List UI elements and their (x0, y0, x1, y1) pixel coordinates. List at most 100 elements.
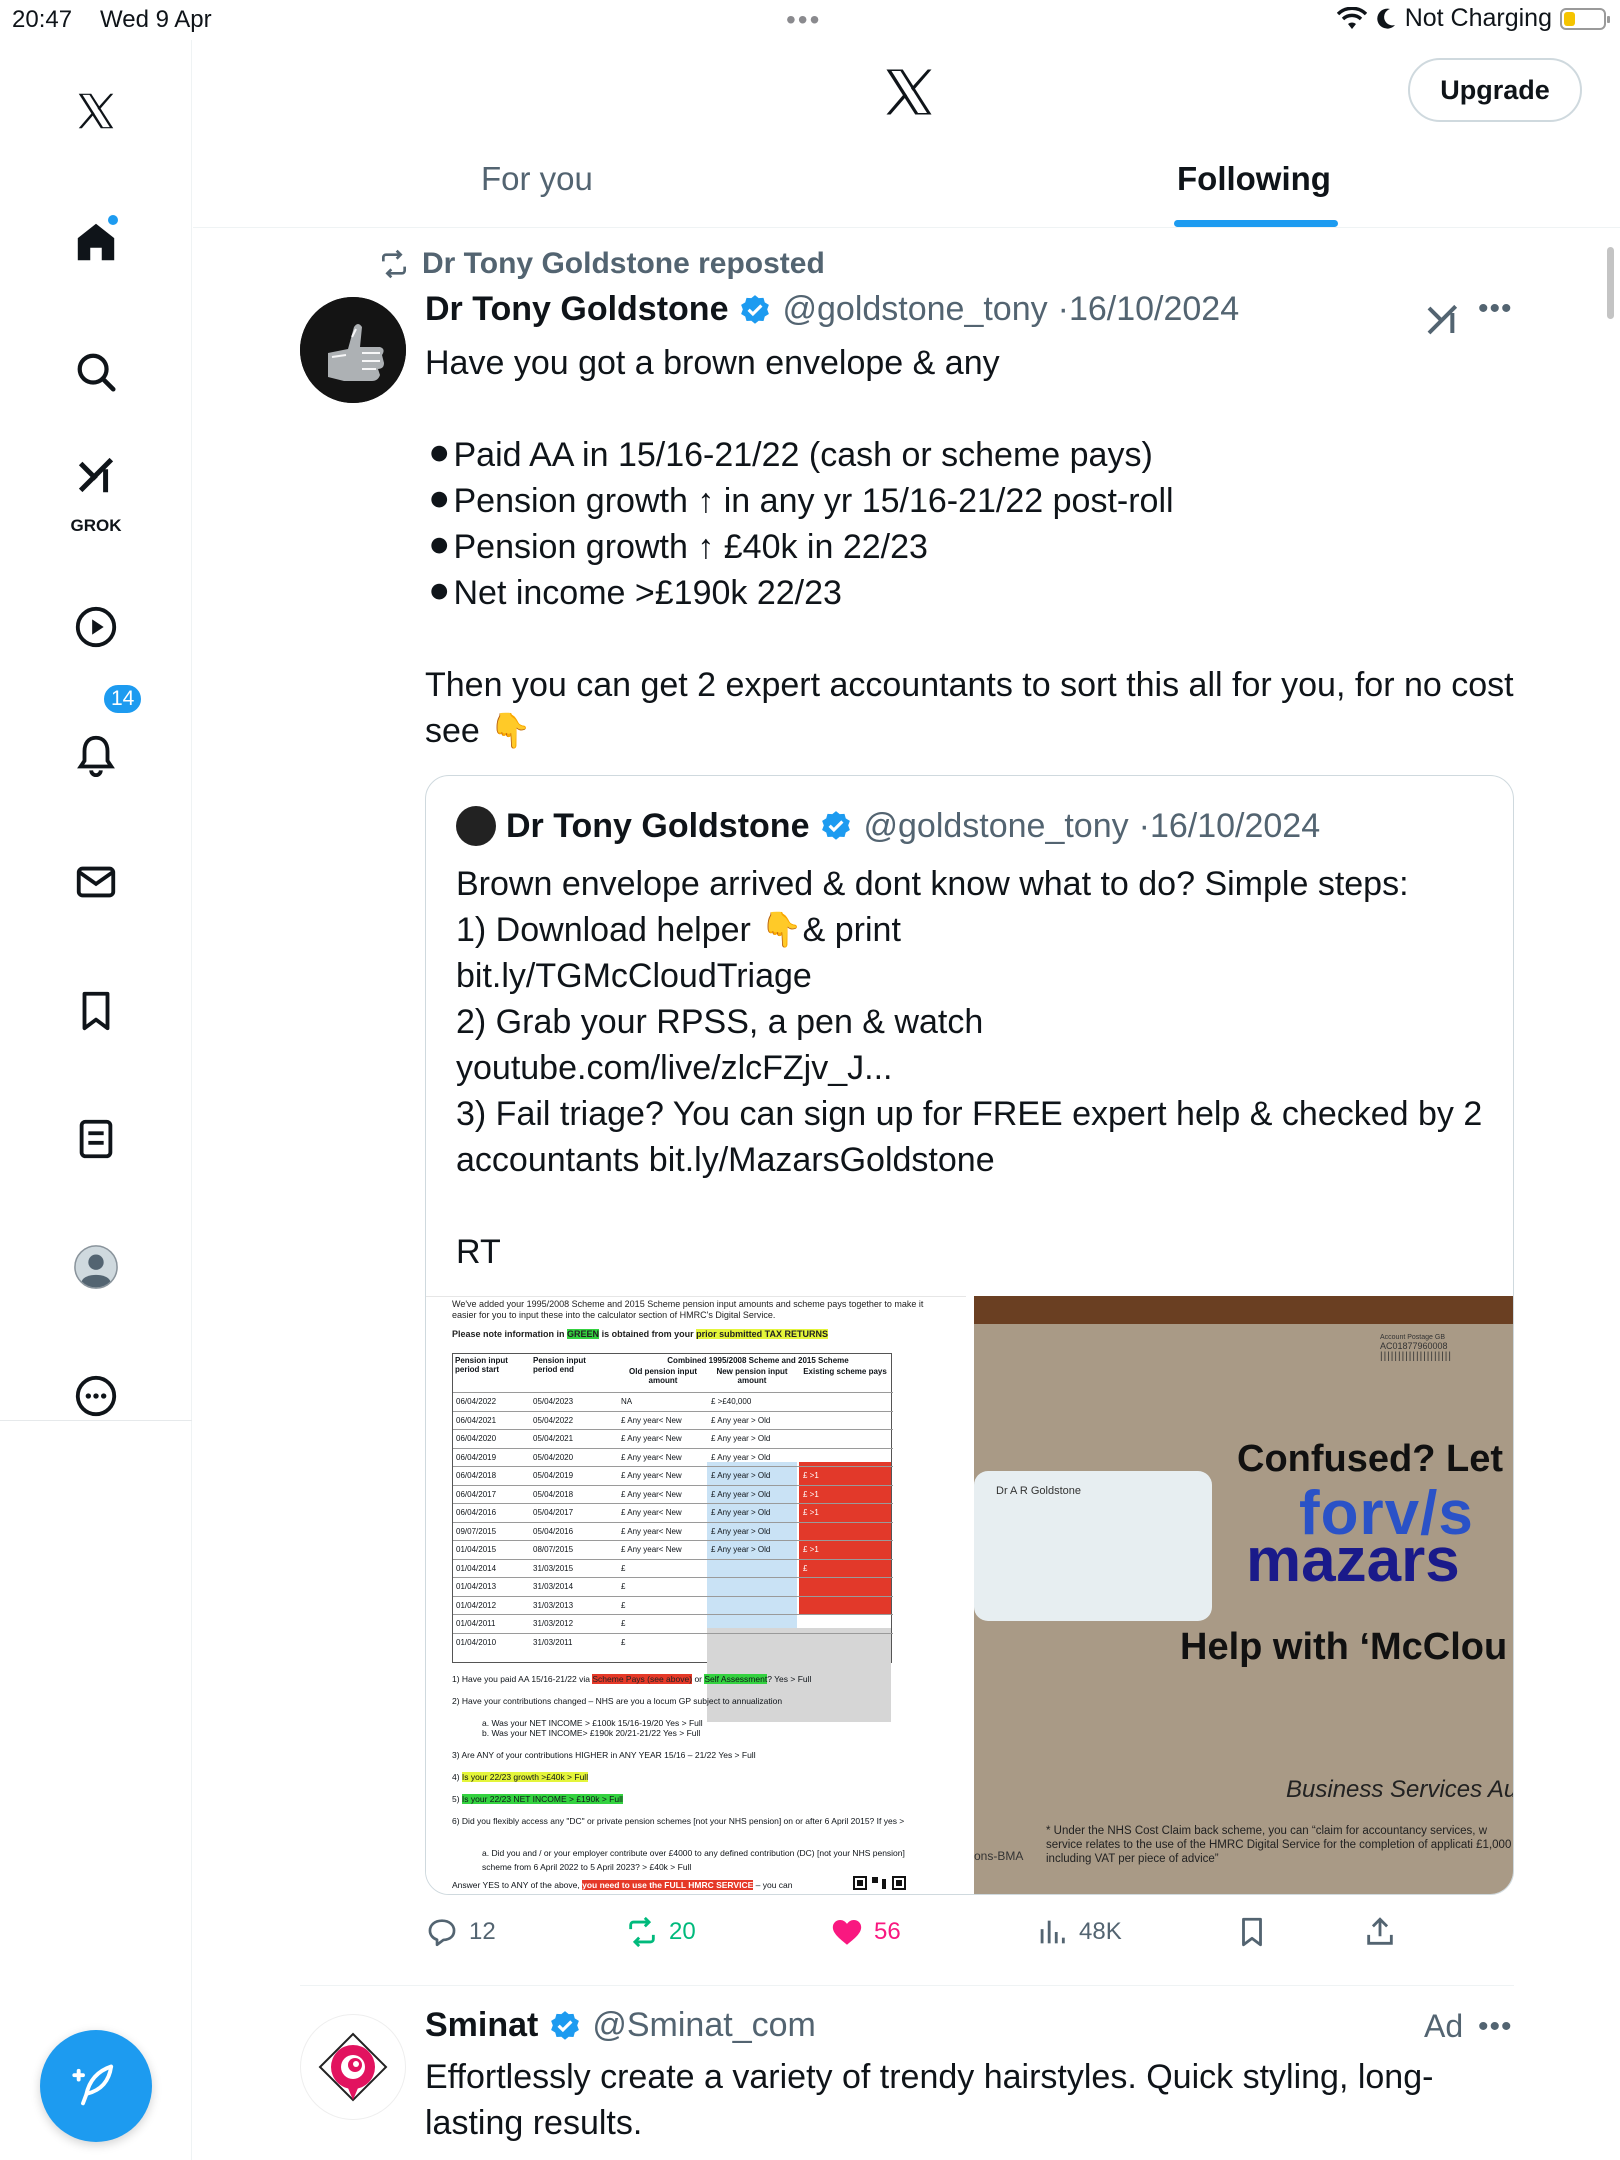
doc-table-row: 09/07/2015 05/04/2016 £ Any year< New £ Any… (453, 1521, 893, 1541)
messages-icon[interactable] (51, 837, 141, 927)
timeline-header: Upgrade For you Following (193, 40, 1620, 228)
compose-button[interactable] (40, 2030, 152, 2142)
sidebar: GROK 14 (0, 40, 192, 2160)
compose-icon (72, 2064, 114, 2106)
doc-table-cell: £ Any year< New (621, 1526, 682, 1536)
repost-count: 20 (669, 1918, 696, 1945)
doc-table-row: 01/04/2014 31/03/2015 £ £ (453, 1558, 893, 1578)
doc-table-cell: £ Any year< New (621, 1489, 682, 1499)
doc-table-cell: £ Any year > Old (711, 1471, 771, 1480)
more-icon[interactable] (51, 1351, 141, 1441)
tab-for-you[interactable]: For you (481, 160, 593, 198)
profile-icon[interactable] (51, 1222, 141, 1312)
envelope-subline: Help with ‘McClou (1180, 1626, 1508, 1668)
tab-following[interactable]: Following (1177, 160, 1331, 198)
reply-button[interactable]: 12 (425, 1915, 496, 1949)
doc-table-cell: £ (621, 1563, 626, 1573)
envelope-headline: Confused? Let (1237, 1438, 1503, 1480)
scrollbar[interactable] (1607, 247, 1614, 319)
envelope-fine-print: * Under the NHS Cost Claim back scheme, … (1046, 1825, 1512, 1865)
doc-table-cell: 01/04/2014 (456, 1563, 497, 1573)
wifi-icon (1336, 6, 1367, 29)
doc-table-cell: £ Any year< New (621, 1545, 682, 1554)
repost-button[interactable]: 20 (625, 1915, 696, 1949)
doc-table-cell: £ (621, 1637, 626, 1647)
doc-table-cell: 01/04/2011 (456, 1619, 496, 1628)
multitasking-dots-icon[interactable]: ••• (786, 4, 821, 36)
bookmark-icon (1242, 1917, 1262, 1947)
doc-table-cell: £ (621, 1600, 626, 1610)
doc-table-cell: £ >1 (803, 1452, 819, 1462)
author-handle[interactable]: @goldstone_tony (782, 290, 1047, 329)
mazars-logo: mazars (1246, 1526, 1460, 1595)
repost-icon (382, 249, 406, 279)
like-button[interactable]: 56 (830, 1915, 901, 1949)
x-logo-icon[interactable] (879, 62, 939, 122)
tweet-date[interactable]: ·16/10/2024 (1058, 290, 1240, 329)
doc-table-row: 06/04/2022 05/04/2023 NA £ >£40,000 NA (453, 1392, 893, 1411)
grok-label: GROK (70, 516, 122, 535)
x-logo-icon[interactable] (51, 66, 141, 156)
ad-author-name[interactable]: Sminat (425, 2006, 538, 2045)
doc-table-cell: 01/04/2015 (456, 1545, 497, 1554)
grok-icon[interactable] (51, 430, 141, 520)
doc-table-cell: £ >1 (803, 1415, 819, 1425)
share-button[interactable] (1363, 1915, 1397, 1949)
upgrade-button[interactable]: Upgrade (1408, 58, 1582, 122)
verified-badge-icon (551, 2010, 580, 2040)
quote-text: Brown envelope arrived & dont know what … (456, 865, 1483, 1271)
ad-avatar[interactable] (300, 2014, 406, 2120)
thumbs-up-xray-icon (300, 297, 406, 403)
repost-context: Dr Tony Goldstone reposted (378, 247, 825, 281)
like-count: 56 (874, 1918, 901, 1945)
doc-table-cell: 31/03/2011 (533, 1637, 573, 1647)
quote-image-envelope[interactable]: Account Postage GB AC01877960008 |||||||… (974, 1296, 1514, 1894)
doc-note: Please note information in GREEN is obta… (452, 1329, 828, 1339)
doc-table-cell: £ Any year< New (621, 1434, 682, 1443)
doc-table-cell: £ Any year > Old (711, 1545, 771, 1554)
home-icon[interactable] (51, 197, 141, 287)
doc-table-row: 06/04/2017 05/04/2018 £ Any year< New £ Any… (453, 1484, 893, 1504)
doc-table-cell: 01/04/2010 (456, 1637, 497, 1647)
doc-table-row: 06/04/2021 05/04/2022 £ Any year< New £ Any… (453, 1410, 893, 1430)
doc-table-cell: 31/03/2015 (533, 1563, 574, 1573)
sidebar-divider (0, 1420, 192, 1421)
doc-table-row: 06/04/2020 05/04/2021 £ Any year< New £ Any… (453, 1429, 893, 1448)
quoted-tweet[interactable]: Dr Tony Goldstone @goldstone_tony ·16/10… (425, 775, 1514, 1895)
ad-more-icon[interactable]: ••• (1478, 2010, 1513, 2044)
ad-header: Sminat @Sminat_com (425, 2006, 816, 2045)
doc-table-cell: 05/04/2018 (533, 1489, 574, 1499)
doc-table-cell: 05/04/2019 (533, 1471, 574, 1480)
battery-icon (1560, 7, 1610, 30)
doc-table-cell: £ Any year > Old (711, 1452, 771, 1462)
envelope-authority: Business Services Auth (1286, 1776, 1514, 1803)
active-tab-indicator (1174, 220, 1338, 227)
bookmarks-icon[interactable] (51, 966, 141, 1056)
doc-table-cell: £ Any year< New (621, 1452, 682, 1462)
avatar[interactable] (300, 297, 406, 403)
ad-author-handle[interactable]: @Sminat_com (592, 2006, 815, 2045)
verified-badge-icon (822, 811, 851, 840)
bookmark-button[interactable] (1235, 1915, 1269, 1949)
search-icon[interactable] (51, 327, 141, 417)
quote-image-document[interactable]: We've added your 1995/2008 Scheme and 20… (426, 1296, 966, 1894)
doc-table-cell: £ >1 (803, 1471, 819, 1480)
doc-table-cell: 05/04/2022 (533, 1415, 574, 1425)
status-bar: 20:47 Wed 9 Apr ••• Not Charging (0, 0, 1620, 40)
doc-table-cell: 06/04/2021 (456, 1415, 497, 1425)
doc-table-row: 01/04/2010 31/03/2011 £ (453, 1632, 893, 1652)
tweet-more-icon[interactable]: ••• (1478, 292, 1513, 326)
ad-text: Effortlessly create a variety of trendy … (425, 2058, 1434, 2142)
views-button[interactable]: 48K (1035, 1915, 1122, 1949)
envelope-recipient: Dr A R Goldstone (996, 1485, 1081, 1497)
notifications-icon[interactable] (51, 710, 141, 800)
lists-icon[interactable] (51, 1094, 141, 1184)
tweet-actions: 12 20 56 48K (425, 1915, 1505, 1955)
status-date: Wed 9 Apr (100, 6, 212, 33)
doc-table-cell: £ >£40,000 (711, 1397, 752, 1406)
author-name[interactable]: Dr Tony Goldstone (425, 290, 728, 329)
notifications-badge: 14 (102, 683, 144, 715)
quote-header: Dr Tony Goldstone @goldstone_tony ·16/10… (456, 806, 1320, 846)
grok-explain-icon[interactable] (1424, 298, 1464, 338)
video-icon[interactable] (51, 582, 141, 672)
